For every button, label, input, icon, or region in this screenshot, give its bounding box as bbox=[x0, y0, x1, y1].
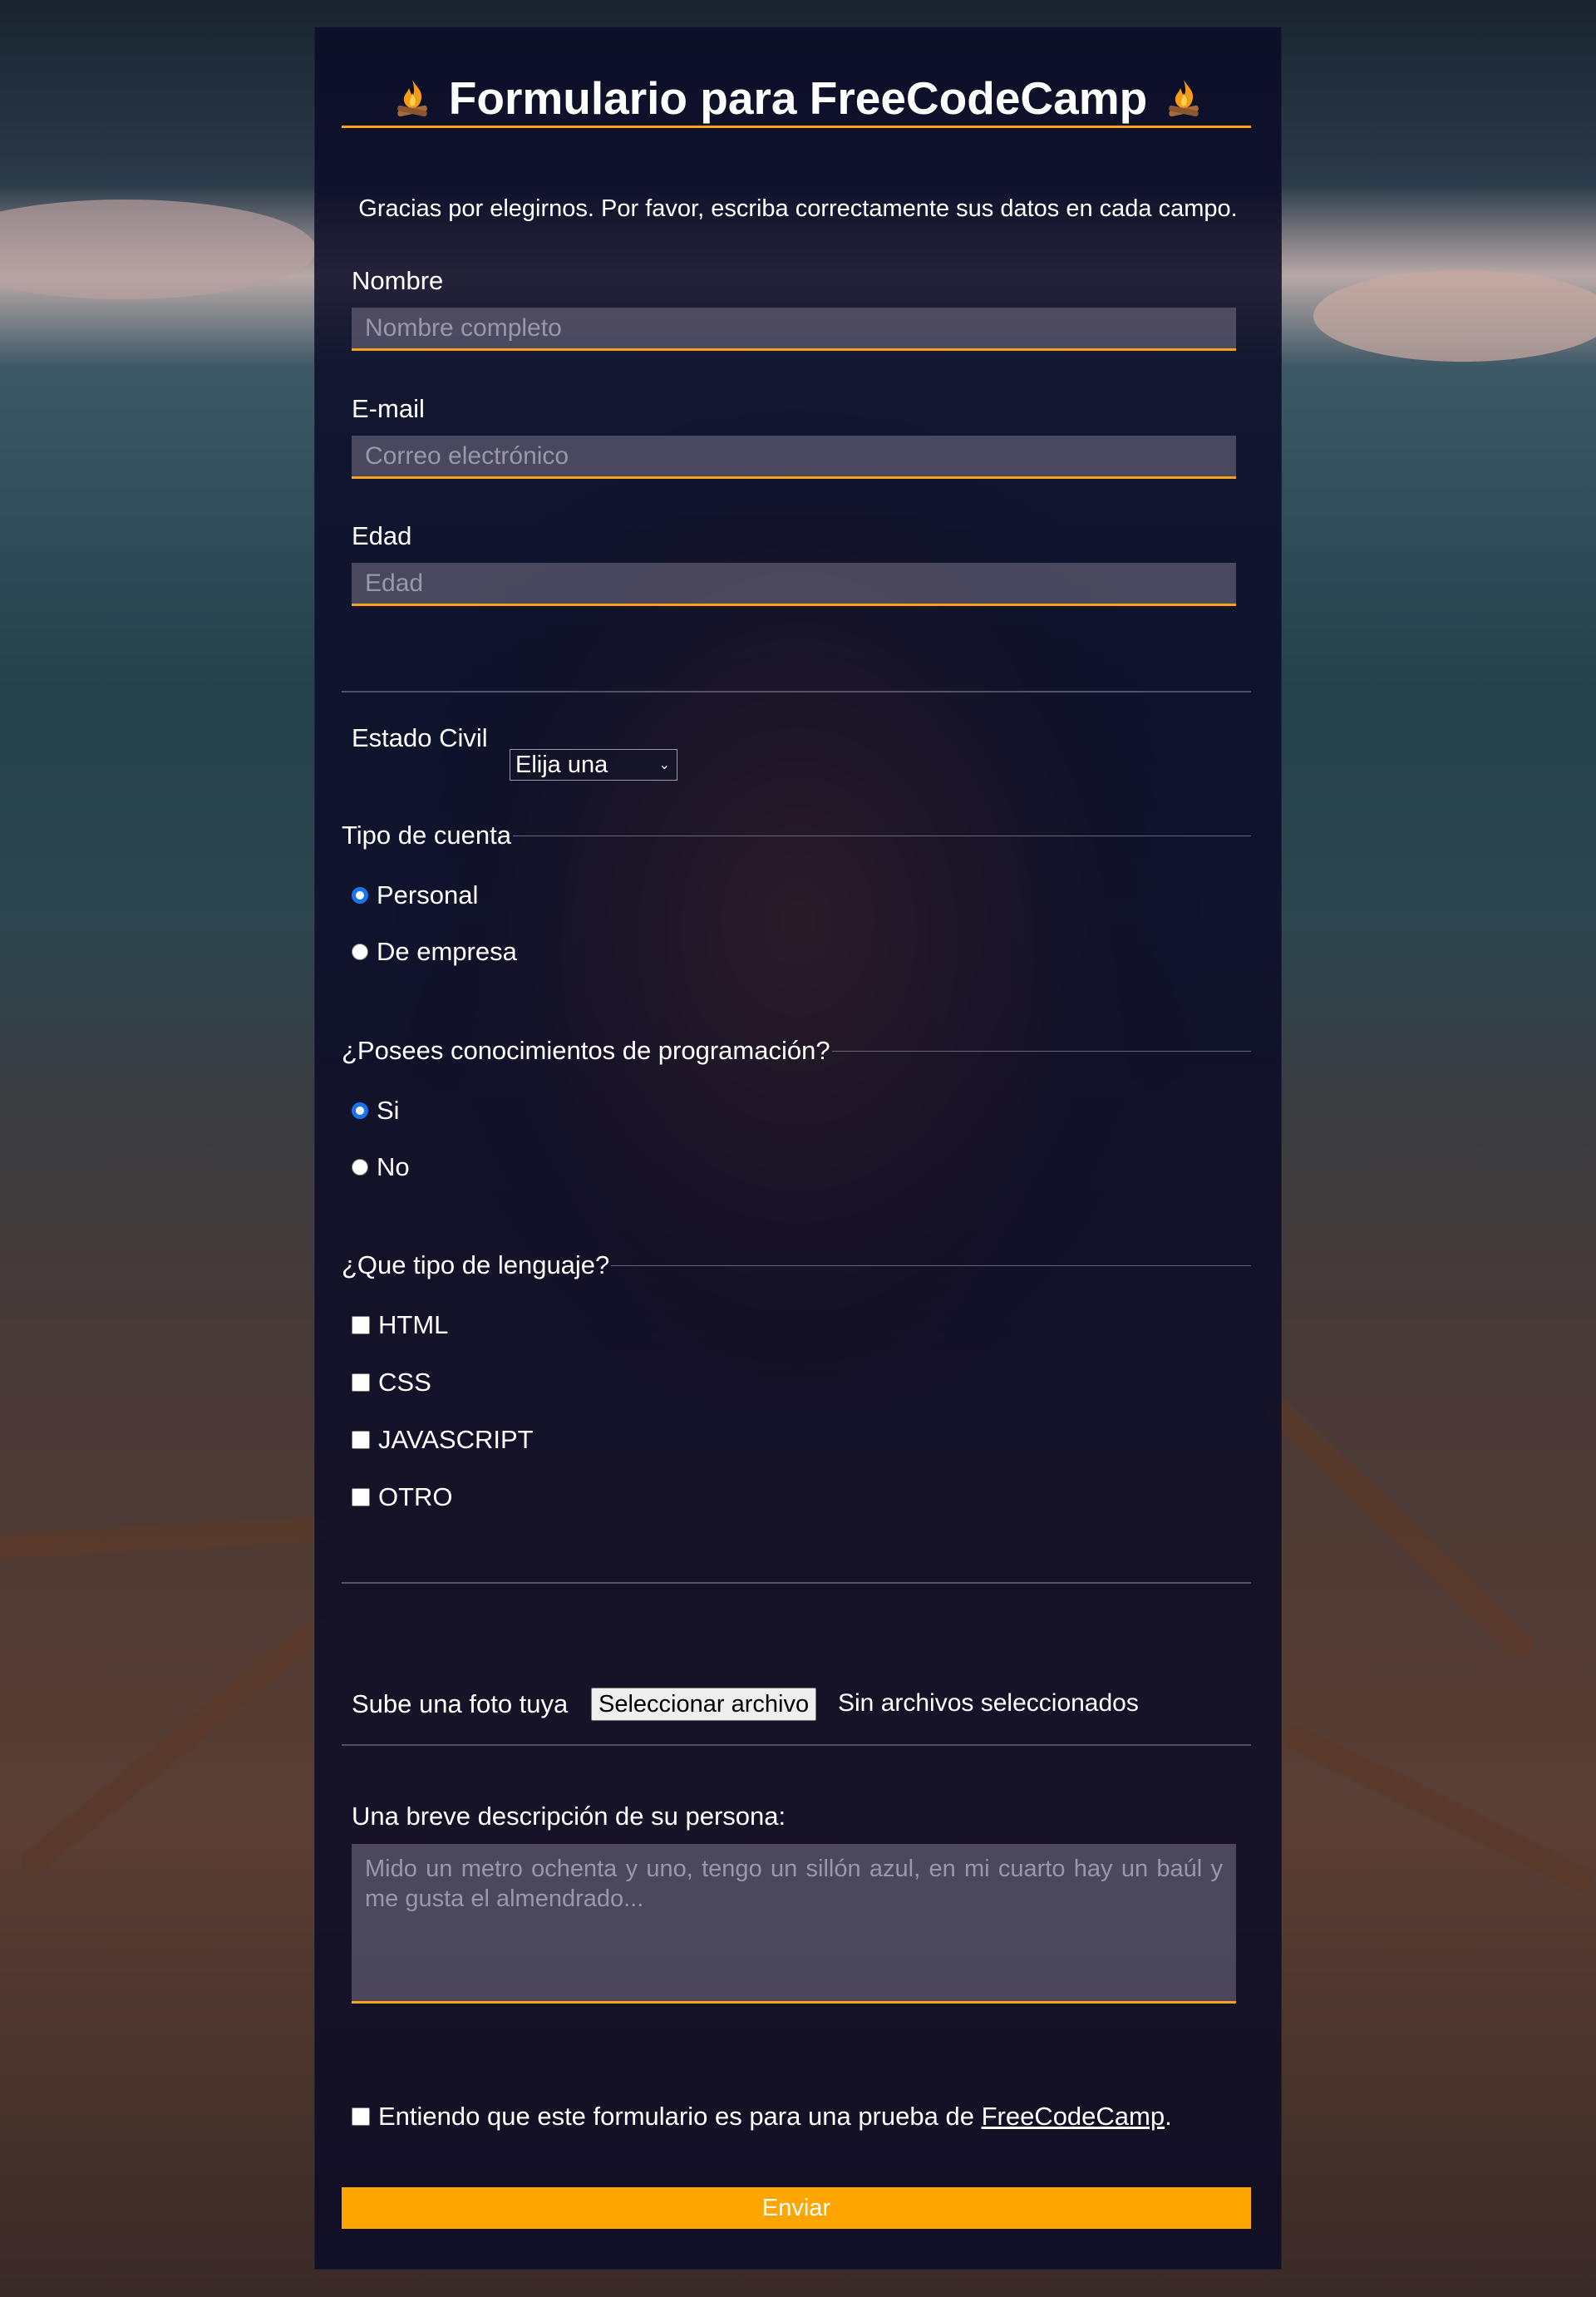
language-other-option[interactable]: OTRO bbox=[352, 1482, 453, 1512]
agreement-checkbox[interactable] bbox=[352, 2107, 370, 2126]
form-card: Formulario para FreeCodeCamp Gracias por… bbox=[314, 27, 1282, 2270]
file-status-text: Sin archivos seleccionados bbox=[838, 1689, 1139, 1717]
intro-text: Gracias por elegirnos. Por favor, escrib… bbox=[358, 195, 1238, 222]
language-other-label: OTRO bbox=[378, 1482, 453, 1511]
agreement-option[interactable]: Entiendo que este formulario es para una… bbox=[352, 2102, 1172, 2132]
language-css-label: CSS bbox=[378, 1368, 431, 1397]
account-personal-radio[interactable] bbox=[352, 887, 368, 904]
programming-legend: ¿Posees conocimientos de programación? bbox=[342, 1036, 1251, 1066]
programming-yes-radio[interactable] bbox=[352, 1102, 368, 1119]
account-type-legend: Tipo de cuenta bbox=[342, 821, 1251, 850]
programming-no-radio[interactable] bbox=[352, 1159, 368, 1176]
page-title-text: Formulario para FreeCodeCamp bbox=[448, 72, 1148, 124]
languages-legend-text: ¿Que tipo de lenguaje? bbox=[342, 1250, 610, 1279]
chevron-down-icon: ⌄ bbox=[658, 758, 670, 772]
campfire-icon bbox=[391, 76, 434, 127]
civil-status-select[interactable]: Elija una ⌄ bbox=[510, 749, 677, 781]
section-divider bbox=[342, 1744, 1251, 1746]
section-divider bbox=[342, 691, 1251, 693]
programming-no-option[interactable]: No bbox=[352, 1152, 410, 1182]
account-business-label: De empresa bbox=[377, 937, 517, 966]
choose-file-button[interactable]: Seleccionar archivo bbox=[591, 1688, 817, 1721]
section-divider bbox=[342, 1582, 1251, 1584]
account-business-option[interactable]: De empresa bbox=[352, 937, 517, 967]
language-html-checkbox[interactable] bbox=[352, 1316, 370, 1334]
account-personal-option[interactable]: Personal bbox=[352, 880, 478, 910]
agreement-text-before: Entiendo que este formulario es para una… bbox=[378, 2102, 974, 2131]
account-type-legend-text: Tipo de cuenta bbox=[342, 821, 511, 850]
age-input[interactable] bbox=[352, 563, 1236, 606]
programming-yes-label: Si bbox=[377, 1096, 400, 1125]
title-divider bbox=[342, 126, 1251, 128]
age-label: Edad bbox=[352, 521, 412, 550]
email-label: E-mail bbox=[352, 394, 425, 423]
agreement-text-after: . bbox=[1165, 2102, 1172, 2131]
language-html-option[interactable]: HTML bbox=[352, 1310, 448, 1340]
submit-button[interactable]: Enviar bbox=[342, 2187, 1251, 2229]
freecodecamp-link[interactable]: FreeCodeCamp bbox=[982, 2102, 1165, 2132]
campfire-icon bbox=[1162, 76, 1205, 127]
name-label: Nombre bbox=[352, 266, 444, 295]
email-input[interactable] bbox=[352, 436, 1236, 479]
civil-status-selected: Elija una bbox=[515, 751, 608, 778]
name-input[interactable] bbox=[352, 308, 1236, 351]
programming-no-label: No bbox=[377, 1152, 410, 1181]
civil-status-label: Estado Civil bbox=[352, 723, 488, 752]
language-other-checkbox[interactable] bbox=[352, 1488, 370, 1506]
language-css-checkbox[interactable] bbox=[352, 1373, 370, 1392]
description-textarea[interactable] bbox=[352, 1844, 1236, 2004]
description-label: Una breve descripción de su persona: bbox=[352, 1802, 786, 1831]
programming-legend-text: ¿Posees conocimientos de programación? bbox=[342, 1036, 830, 1065]
upload-label: Sube una foto tuya bbox=[352, 1689, 569, 1718]
page-title: Formulario para FreeCodeCamp bbox=[315, 76, 1281, 127]
language-javascript-checkbox[interactable] bbox=[352, 1431, 370, 1449]
account-business-radio[interactable] bbox=[352, 944, 368, 960]
language-html-label: HTML bbox=[378, 1310, 449, 1339]
language-css-option[interactable]: CSS bbox=[352, 1368, 431, 1397]
language-javascript-option[interactable]: JAVASCRIPT bbox=[352, 1425, 534, 1455]
programming-yes-option[interactable]: Si bbox=[352, 1096, 400, 1126]
languages-legend: ¿Que tipo de lenguaje? bbox=[342, 1250, 1251, 1280]
account-personal-label: Personal bbox=[377, 880, 479, 909]
language-javascript-label: JAVASCRIPT bbox=[378, 1425, 534, 1454]
